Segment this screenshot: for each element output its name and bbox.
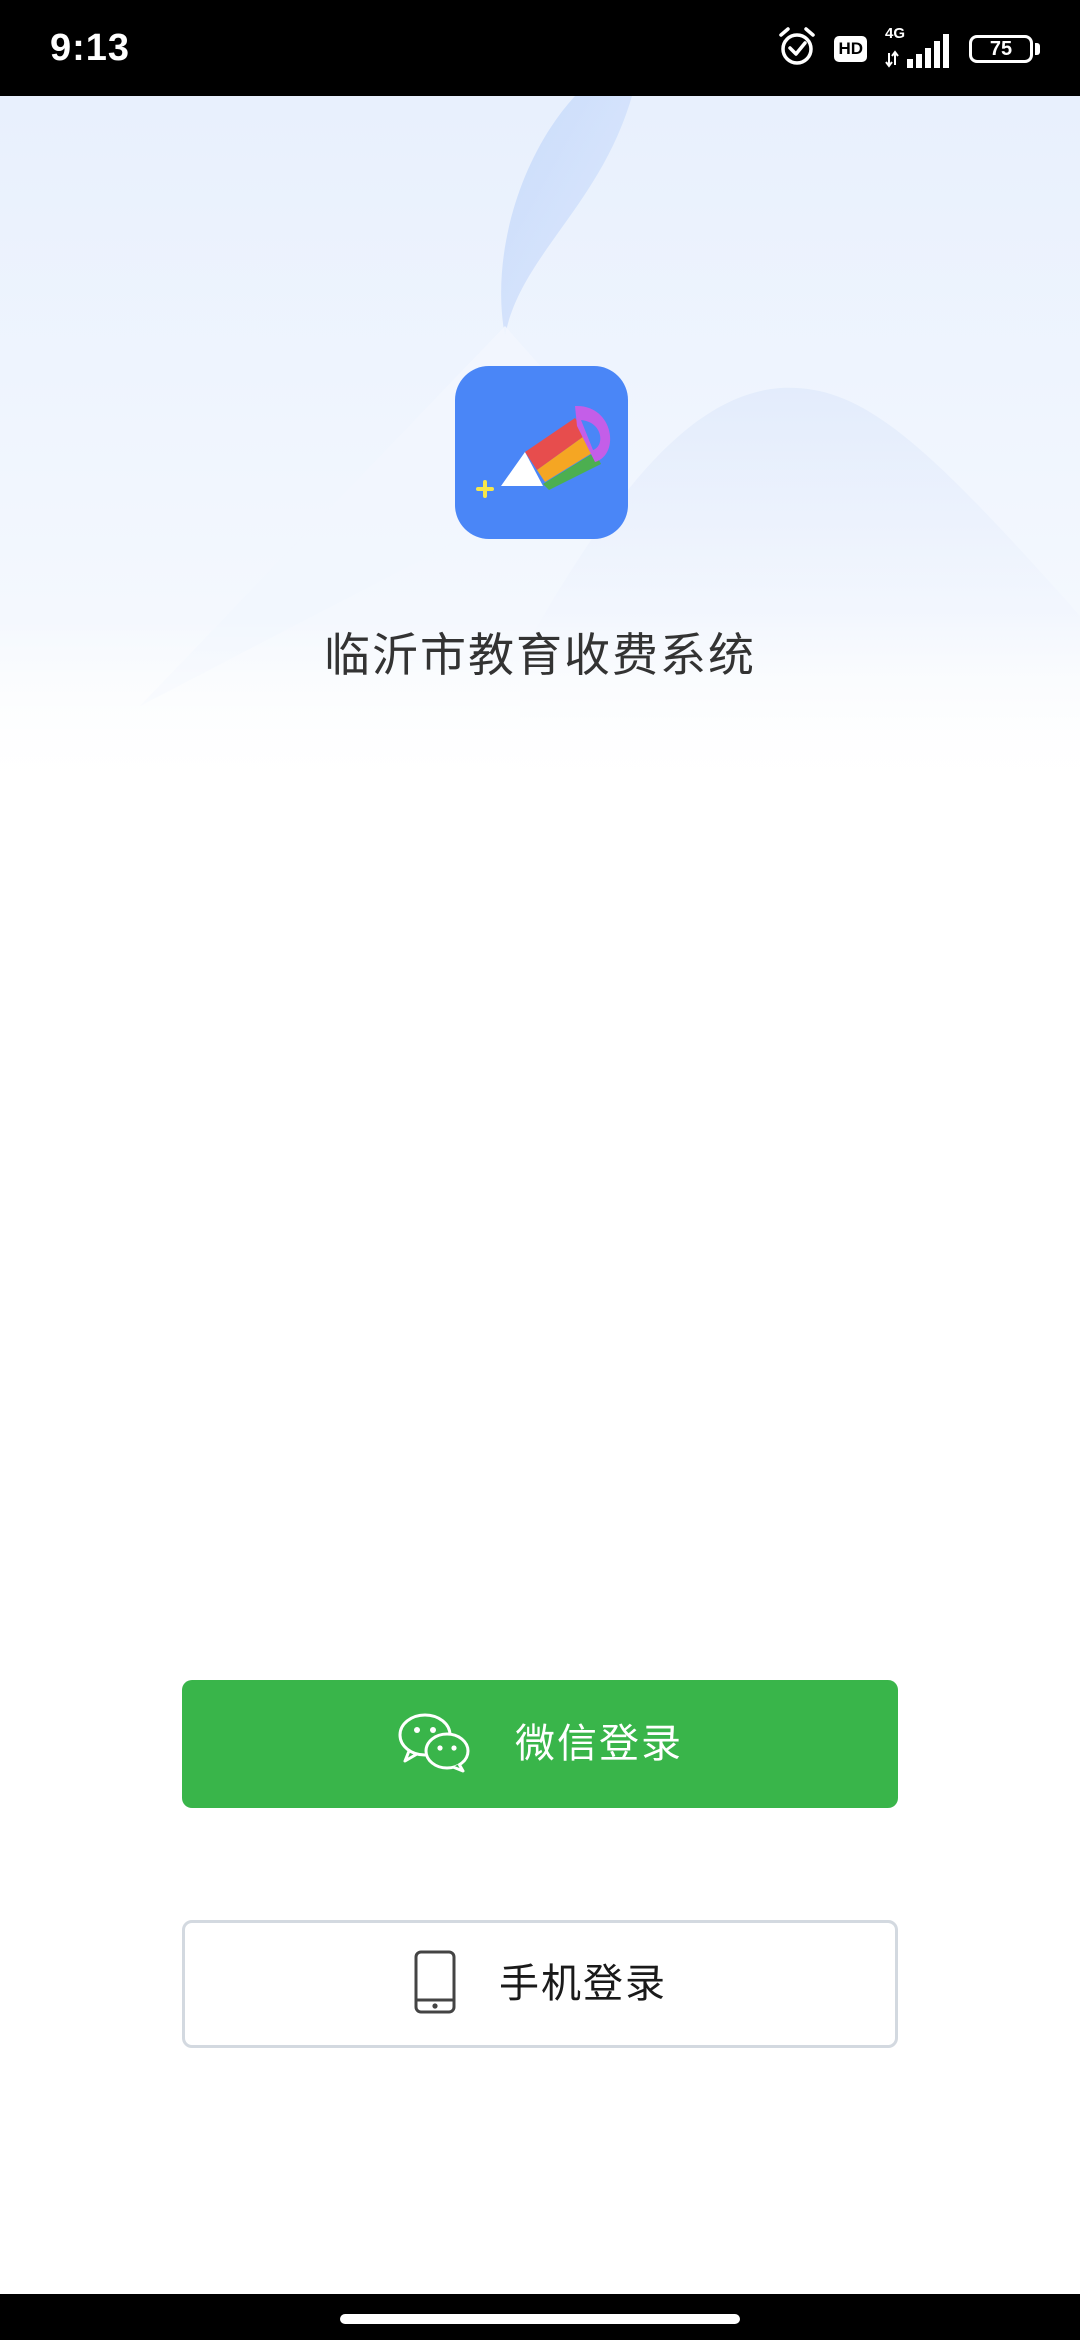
app-title: 临沂市教育收费系统 — [324, 628, 756, 682]
wechat-icon — [397, 1711, 473, 1777]
battery-body: 75 — [969, 35, 1033, 63]
alarm-icon — [778, 27, 816, 71]
wechat-login-button[interactable]: 微信登录 — [182, 1680, 898, 1808]
status-bar: 9:13 HD 4G 75 — [0, 0, 1080, 96]
mobile-phone-icon — [413, 1950, 457, 2018]
pencil-logo-icon — [476, 405, 611, 498]
status-icons: HD 4G 75 — [778, 25, 1040, 72]
hd-icon: HD — [834, 36, 867, 62]
phone-login-label: 手机登录 — [499, 1961, 667, 2007]
status-time: 9:13 — [50, 27, 131, 69]
app-logo — [455, 366, 628, 539]
battery-icon: 75 — [969, 35, 1040, 63]
home-indicator[interactable] — [340, 2314, 740, 2324]
navigation-bar — [0, 2294, 1080, 2340]
wechat-login-label: 微信登录 — [515, 1721, 683, 1767]
battery-tip — [1035, 43, 1040, 55]
signal-icon: 4G — [885, 25, 951, 69]
phone-login-button[interactable]: 手机登录 — [182, 1920, 898, 2048]
battery-level: 75 — [989, 38, 1013, 60]
